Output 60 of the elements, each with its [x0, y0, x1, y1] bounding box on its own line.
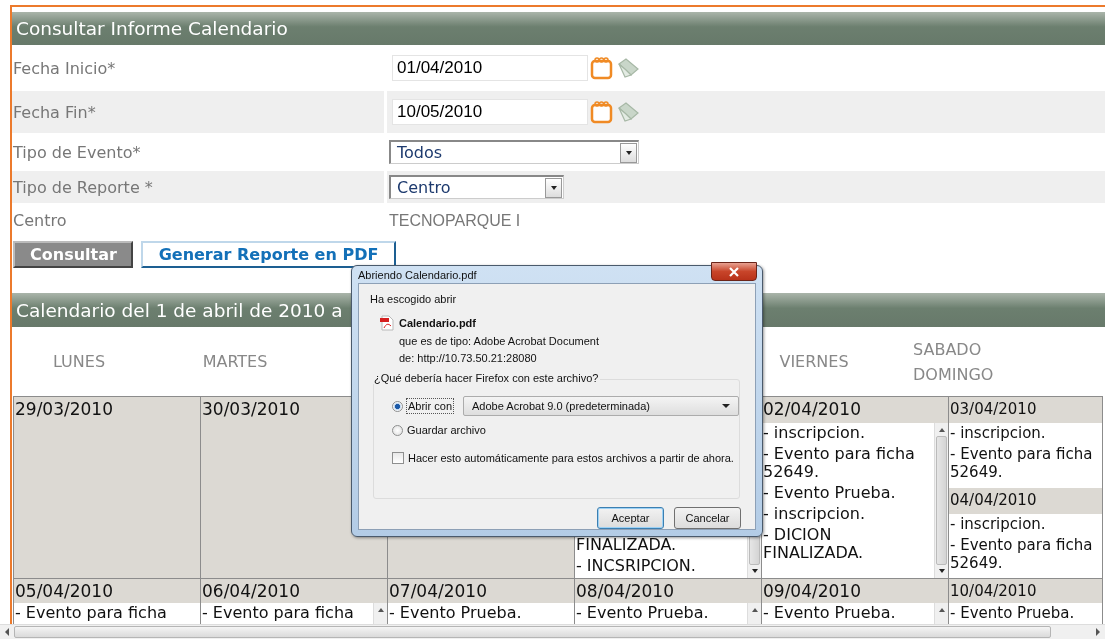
event-text[interactable]: - Evento Prueba. — [762, 484, 934, 502]
source-text: de: http://10.73.50.21:28080 — [399, 351, 538, 366]
radio-button[interactable] — [392, 424, 403, 436]
option-label[interactable]: Guardar archivo — [407, 424, 486, 436]
event-text[interactable]: - DICION FINALIZADA. — [762, 526, 934, 562]
scrollbar[interactable] — [747, 603, 761, 625]
event-text[interactable]: - inscripcion. — [949, 514, 1102, 533]
field-label: Tipo de Evento* — [12, 141, 142, 164]
event-text[interactable]: - Evento para ficha — [14, 604, 200, 622]
app-dropdown[interactable]: Adobe Acrobat 9.0 (predeterminada) — [463, 396, 739, 416]
field-label: Fecha Inicio* — [12, 57, 117, 80]
cancel-button[interactable]: Cancelar — [674, 507, 741, 529]
event-text[interactable]: - Evento Prueba. — [575, 604, 747, 622]
close-icon[interactable] — [729, 266, 739, 277]
event-text[interactable]: - Evento Prueba. — [388, 604, 574, 622]
date-field[interactable]: 10/05/2010 — [392, 99, 588, 125]
scrollbar[interactable] — [934, 423, 948, 578]
weekday-label: SABADO DOMINGO — [913, 338, 995, 386]
event-text[interactable]: - Evento para ficha 52649. — [949, 445, 1102, 481]
accept-button[interactable]: Aceptar — [597, 507, 664, 529]
field-value: TECNOPARQUE I — [389, 211, 521, 230]
pdf-report-button[interactable]: Generar Reporte en PDF — [141, 241, 396, 268]
eraser-icon[interactable] — [616, 56, 640, 80]
field-label: Tipo de Reporte * — [12, 171, 384, 203]
file-type-text: que es de tipo: Adobe Acrobat Document — [399, 334, 600, 349]
field-label: Centro — [12, 210, 68, 232]
file-name: Calendario.pdf — [399, 317, 476, 329]
event-text[interactable]: - Evento para ficha 52649. — [949, 535, 1102, 572]
dialog-title: Abriendo Calendario.pdf — [358, 268, 477, 281]
option-label[interactable]: Abrir con — [407, 399, 454, 413]
scrollbar[interactable] — [373, 603, 387, 625]
weekday-label: MARTES — [202, 351, 268, 373]
event-text[interactable]: - Evento para ficha 52649. — [762, 445, 934, 481]
event-text[interactable]: FINALIZADA. — [575, 536, 747, 554]
event-text[interactable]: - inscripcion. — [762, 424, 934, 442]
event-text[interactable]: - inscripcion. — [762, 505, 934, 523]
checkbox[interactable] — [392, 452, 404, 464]
intro-text: Ha escogido abrir — [370, 293, 458, 307]
pdf-file-icon[interactable] — [380, 315, 394, 331]
scrollbar[interactable] — [934, 603, 948, 625]
weekday-label: LUNES — [52, 351, 106, 373]
horizontal-scrollbar[interactable] — [0, 624, 1105, 639]
panel-title: Consultar Informe Calendario — [12, 12, 1105, 45]
event-text[interactable]: - Evento para ficha — [201, 604, 373, 622]
close-button[interactable] — [711, 262, 757, 281]
dropdown[interactable]: Todos — [389, 140, 639, 164]
calendar-icon[interactable] — [590, 100, 614, 124]
date-field[interactable]: 01/04/2010 — [392, 55, 588, 81]
eraser-icon[interactable] — [616, 100, 640, 124]
event-text[interactable]: - Evento Prueba. — [762, 604, 934, 622]
event-text[interactable]: - INCSRIPCION. — [575, 557, 747, 575]
question-text: ¿Qué debería hacer Firefox con este archivo? — [372, 372, 601, 384]
field-label: Fecha Fin* — [12, 91, 384, 133]
calendar-icon[interactable] — [590, 56, 614, 80]
dropdown[interactable]: Centro — [389, 175, 564, 199]
event-text[interactable]: - Evento Prueba. — [949, 604, 1102, 622]
event-text[interactable]: - inscripcion. — [949, 424, 1102, 442]
radio-button[interactable] — [392, 400, 403, 412]
weekday-label: VIERNES — [779, 351, 849, 373]
checkbox-label[interactable]: Hacer esto automáticamente para estos archivos a partir de ahora. — [408, 452, 734, 464]
